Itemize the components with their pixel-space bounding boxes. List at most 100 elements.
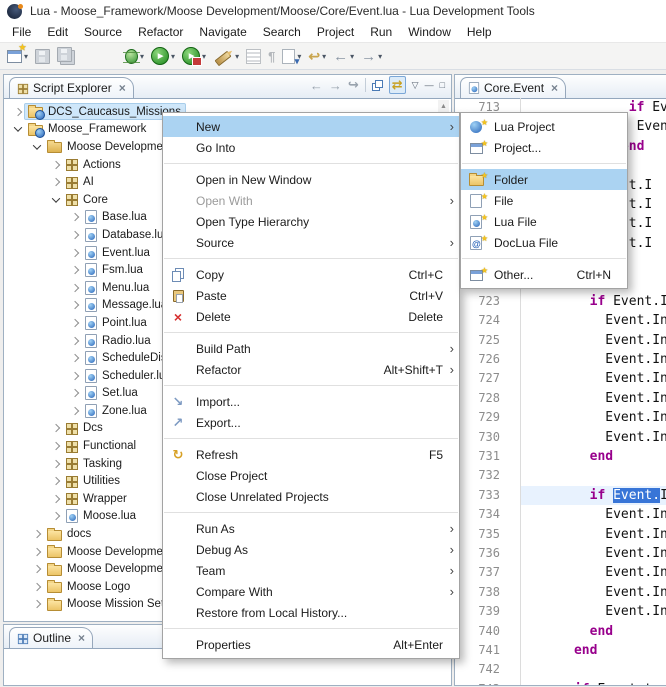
context-menu-item-run-as[interactable]: Run As› [163, 518, 459, 539]
context-menu-item-compare-with[interactable]: Compare With› [163, 581, 459, 602]
context-menu-item-build-path[interactable]: Build Path› [163, 338, 459, 359]
run-button[interactable]: ▾ [149, 45, 177, 67]
context-menu-item-import[interactable]: ↘Import... [163, 391, 459, 412]
last-edit-location-button[interactable]: ↩▾ [306, 45, 328, 67]
chevron-right-icon[interactable] [71, 266, 79, 274]
menu-help[interactable]: Help [459, 23, 500, 41]
context-menu-item-debug-as[interactable]: Debug As› [163, 539, 459, 560]
back-icon[interactable]: ← [310, 78, 323, 93]
chevron-right-icon[interactable] [71, 407, 79, 415]
close-icon[interactable]: × [78, 631, 85, 645]
dropdown-caret-icon[interactable]: ▾ [235, 52, 239, 61]
chevron-right-icon[interactable] [52, 459, 60, 467]
context-menu-item-team[interactable]: Team› [163, 560, 459, 581]
chevron-right-icon[interactable] [33, 600, 41, 608]
go-up-icon[interactable]: ↪ [348, 77, 359, 93]
chevron-right-icon[interactable] [71, 371, 79, 379]
dropdown-caret-icon[interactable]: ▾ [322, 52, 326, 61]
dropdown-caret-icon[interactable]: ▾ [378, 52, 382, 61]
context-menu-item-new[interactable]: New› [163, 116, 459, 137]
menu-navigate[interactable]: Navigate [191, 23, 254, 41]
context-menu-item-source[interactable]: Source› [163, 232, 459, 253]
tab-script-explorer[interactable]: Script Explorer × [9, 77, 134, 98]
chevron-right-icon[interactable] [71, 301, 79, 309]
close-icon[interactable]: × [551, 81, 558, 95]
menu-project[interactable]: Project [309, 23, 362, 41]
context-menu-item-properties[interactable]: PropertiesAlt+Enter [163, 634, 459, 655]
save-all-button[interactable] [55, 45, 78, 67]
context-menu-item-delete[interactable]: ×DeleteDelete [163, 306, 459, 327]
dropdown-caret-icon[interactable]: ▾ [350, 52, 354, 61]
next-annotation-button[interactable]: ▾ [280, 45, 303, 67]
context-menu-item-copy[interactable]: CopyCtrl+C [163, 264, 459, 285]
forward-button[interactable]: →▾ [359, 45, 384, 67]
chevron-right-icon[interactable] [71, 248, 79, 256]
close-icon[interactable]: × [119, 81, 126, 95]
dropdown-caret-icon[interactable]: ▾ [171, 52, 175, 61]
collapse-all-icon[interactable] [372, 80, 383, 91]
link-with-editor-icon[interactable]: ⇄ [389, 76, 406, 94]
new-submenu-item-lua-file[interactable]: ★Lua File [461, 211, 627, 232]
context-menu-item-open-in-new-window[interactable]: Open in New Window [163, 169, 459, 190]
show-whitespace-button[interactable]: ¶ [266, 45, 277, 67]
chevron-right-icon[interactable] [52, 512, 60, 520]
dropdown-caret-icon[interactable]: ▾ [140, 52, 144, 61]
new-wizard-button[interactable]: ▾ [5, 45, 30, 67]
context-menu-item-refresh[interactable]: ↻RefreshF5 [163, 444, 459, 465]
debug-button[interactable]: ▾ [123, 45, 146, 67]
chevron-right-icon[interactable] [71, 354, 79, 362]
chevron-down-icon[interactable] [52, 194, 60, 202]
new-submenu-item-other[interactable]: ★Other...Ctrl+N [461, 264, 627, 285]
context-menu-item-open-with[interactable]: Open With› [163, 190, 459, 211]
dropdown-caret-icon[interactable]: ▾ [24, 52, 28, 61]
run-coverage-button[interactable]: ▾ [180, 45, 208, 67]
context-menu-item-close-unrelated-projects[interactable]: Close Unrelated Projects [163, 486, 459, 507]
context-menu-item-export[interactable]: ↗Export... [163, 412, 459, 433]
new-submenu-item-lua-project[interactable]: ★Lua Project [461, 116, 627, 137]
chevron-right-icon[interactable] [33, 530, 41, 538]
menu-file[interactable]: File [4, 23, 39, 41]
context-menu-item-refactor[interactable]: RefactorAlt+Shift+T› [163, 359, 459, 380]
menu-window[interactable]: Window [400, 23, 459, 41]
chevron-right-icon[interactable] [52, 178, 60, 186]
new-submenu-item-folder[interactable]: ★Folder [461, 169, 627, 190]
tab-core-event[interactable]: Core.Event × [460, 77, 566, 98]
chevron-down-icon[interactable] [14, 124, 22, 132]
minimize-icon[interactable]: — [425, 80, 434, 90]
context-menu-item-open-type-hierarchy[interactable]: Open Type Hierarchy [163, 211, 459, 232]
tab-outline[interactable]: Outline × [9, 627, 93, 648]
new-submenu-item-file[interactable]: ★File [461, 190, 627, 211]
maximize-icon[interactable]: □ [440, 80, 445, 90]
chevron-right-icon[interactable] [14, 108, 22, 116]
chevron-right-icon[interactable] [71, 213, 79, 221]
new-submenu-item-doclua-file[interactable]: ★DocLua File [461, 232, 627, 253]
open-element-button[interactable] [244, 45, 263, 67]
chevron-right-icon[interactable] [71, 283, 79, 291]
new-submenu-item-project[interactable]: ★Project... [461, 137, 627, 158]
chevron-right-icon[interactable] [71, 319, 79, 327]
menu-edit[interactable]: Edit [39, 23, 76, 41]
chevron-right-icon[interactable] [33, 547, 41, 555]
chevron-right-icon[interactable] [52, 442, 60, 450]
forward-icon[interactable]: → [329, 78, 342, 93]
chevron-right-icon[interactable] [52, 424, 60, 432]
back-button[interactable]: ←▾ [331, 45, 356, 67]
chevron-right-icon[interactable] [71, 389, 79, 397]
chevron-right-icon[interactable] [71, 336, 79, 344]
external-tools-button[interactable]: ▾ [211, 45, 241, 67]
menu-refactor[interactable]: Refactor [130, 23, 191, 41]
chevron-right-icon[interactable] [52, 160, 60, 168]
view-menu-icon[interactable]: ▽ [412, 80, 419, 91]
chevron-right-icon[interactable] [52, 477, 60, 485]
context-menu-item-go-into[interactable]: Go Into [163, 137, 459, 158]
context-menu-item-restore-from-local-history[interactable]: Restore from Local History... [163, 602, 459, 623]
chevron-right-icon[interactable] [33, 565, 41, 573]
menu-run[interactable]: Run [362, 23, 400, 41]
context-menu-item-paste[interactable]: PasteCtrl+V [163, 285, 459, 306]
menu-search[interactable]: Search [255, 23, 309, 41]
chevron-right-icon[interactable] [33, 583, 41, 591]
context-menu-item-close-project[interactable]: Close Project [163, 465, 459, 486]
save-button[interactable] [33, 45, 52, 67]
dropdown-caret-icon[interactable]: ▾ [202, 52, 206, 61]
chevron-right-icon[interactable] [71, 231, 79, 239]
